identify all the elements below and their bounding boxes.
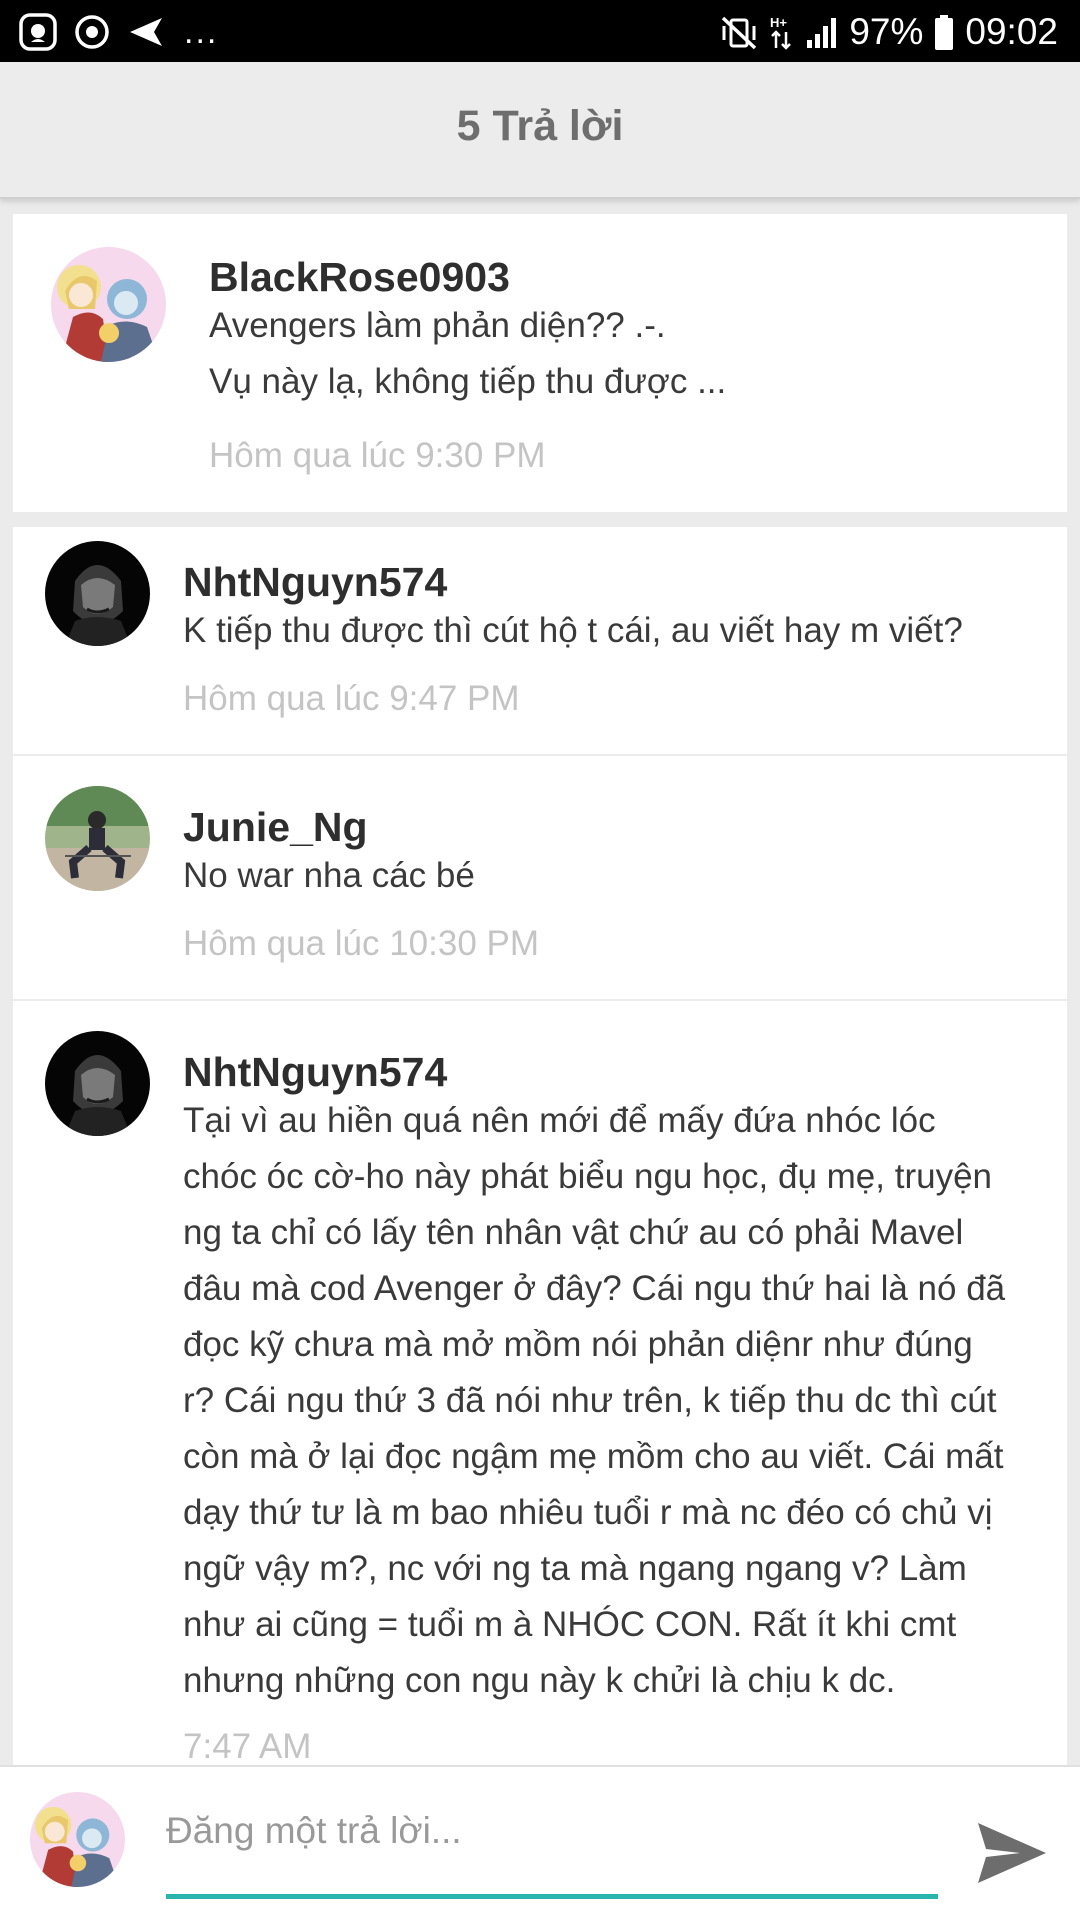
messenger-app-icon (18, 12, 58, 52)
comment-author[interactable]: NhtNguyn574 (183, 559, 447, 606)
comment-author[interactable]: Junie_Ng (183, 804, 368, 851)
status-more-indicator: ... (184, 13, 219, 51)
battery-percent: 97% (849, 11, 924, 52)
status-bar: ... H+ 97% 09:02 (0, 0, 1080, 62)
comment-text-line: r? Cái ngu thứ 3 đã nói như trên, k tiếp… (183, 1381, 997, 1420)
comment-text-line: No war nha các bé (183, 856, 475, 895)
comment-text-line: còn mà ở lại đọc ngậm mẹ mồm cho au viết… (183, 1437, 1004, 1476)
header-bar: 5 Trả lời (0, 62, 1080, 199)
comment-text-line: nhưng những con ngu này k chửi là chịu k… (183, 1661, 896, 1700)
current-user-avatar[interactable] (30, 1792, 125, 1887)
comment-text-line: như ai cũng = tuổi m à NHÓC CON. Rất ít … (183, 1605, 957, 1644)
comment-text-line: Tại vì au hiền quá nên mới để mấy đứa nh… (183, 1101, 936, 1140)
send-button[interactable] (976, 1817, 1048, 1889)
status-right: H+ 97% 09:02 (719, 10, 1058, 54)
comment-text-line: ng ta chỉ có lấy tên nhân vật chứ au có … (183, 1213, 964, 1252)
list-item: NhtNguyn574 K tiếp thu được thì cút hộ t… (13, 527, 1067, 755)
comment-author[interactable]: NhtNguyn574 (183, 1049, 447, 1096)
replies-list: NhtNguyn574 K tiếp thu được thì cút hộ t… (13, 527, 1067, 1767)
reply-input[interactable] (166, 1803, 938, 1859)
avatar-nhtnguyn[interactable] (45, 1031, 150, 1136)
comment-timestamp: Hôm qua lúc 9:30 PM (209, 436, 546, 475)
comment-text-line: chóc óc cờ-ho này phát biểu ngu học, đụ … (183, 1157, 992, 1196)
comment-timestamp: 7:47 AM (183, 1727, 312, 1766)
comment-text-line: ngữ vậy m?, nc với ng ta mà ngang ngang … (183, 1549, 967, 1588)
comment-text-line: dạy thứ tư là m bao nhiêu tuổi r mà nc đ… (183, 1493, 993, 1532)
location-arrow-icon (126, 12, 166, 52)
status-time: 09:02 (965, 11, 1058, 52)
signal-icon (805, 12, 839, 52)
list-item: Junie_Ng No war nha các bé Hôm qua lúc 1… (13, 756, 1067, 1000)
comment-timestamp: Hôm qua lúc 9:47 PM (183, 679, 520, 718)
comment-card-main: BlackRose0903 Avengers làm phản diện?? .… (13, 214, 1067, 512)
battery-icon (933, 12, 955, 52)
comment-text-line: đâu mà cod Avenger ở đây? Cái ngu thứ ha… (183, 1269, 1006, 1308)
media-player-icon (72, 12, 112, 52)
send-arrow-icon (978, 1823, 1046, 1883)
reply-composer (0, 1765, 1080, 1922)
comment-author[interactable]: BlackRose0903 (209, 254, 510, 301)
network-arrows-icon: H+ (769, 12, 795, 52)
avatar-nhtnguyn[interactable] (45, 541, 150, 646)
mute-vibrate-icon (719, 12, 759, 52)
comment-text-line: Vụ này lạ, không tiếp thu được ... (209, 362, 727, 401)
comment-timestamp: Hôm qua lúc 10:30 PM (183, 924, 540, 963)
status-left: ... (18, 12, 218, 52)
list-item: NhtNguyn574 Tại vì au hiền quá nên mới đ… (13, 1001, 1067, 1767)
avatar-junie[interactable] (45, 786, 150, 891)
comment-text-line: K tiếp thu được thì cút hộ t cái, au viế… (183, 611, 963, 650)
avatar-blackrose[interactable] (51, 247, 166, 362)
reply-input-underline (166, 1894, 938, 1899)
comment-text-line: đọc kỹ chưa mà mở mồm nói phản diệnr như… (183, 1325, 973, 1364)
page-title: 5 Trả lời (456, 102, 624, 150)
network-type-label: H+ (770, 15, 787, 30)
comment-text-line: Avengers làm phản diện?? .-. (209, 306, 666, 345)
